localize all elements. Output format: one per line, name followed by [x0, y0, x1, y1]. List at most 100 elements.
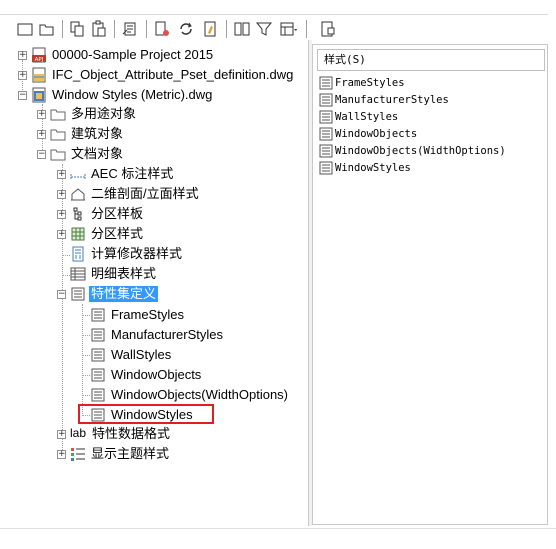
tree-item-documentation[interactable]: 文档对象: [50, 144, 125, 164]
tree-guide: [82, 395, 90, 396]
toolbar-separator: [146, 20, 147, 38]
tree-item-label-selected: 特性集定义: [89, 286, 159, 302]
expand-toggle[interactable]: +: [18, 51, 27, 60]
purge-icon[interactable]: [120, 20, 140, 38]
property-set-icon: [91, 368, 105, 382]
property-set-icon: [91, 308, 105, 322]
expand-toggle[interactable]: +: [57, 450, 66, 459]
tree-item-window-styles-dwg[interactable]: Window Styles (Metric).dwg: [31, 85, 214, 105]
tree-item-zone-template[interactable]: 分区样板: [70, 204, 145, 224]
column-header-styles[interactable]: 样式(S): [317, 49, 545, 71]
collapse-toggle[interactable]: −: [18, 91, 27, 100]
tree-item-label: AEC 标注样式: [91, 166, 174, 181]
tree-item-label: 分区样式: [91, 226, 144, 241]
tree-guide: [62, 255, 70, 256]
list-item-manufacturerstyles[interactable]: ManufacturerStyles: [319, 92, 449, 108]
tree-item-multipurpose[interactable]: 多用途对象: [50, 104, 138, 124]
drawing-file-icon: [32, 67, 46, 83]
tree-guide: [82, 375, 90, 376]
tree-item-wallstyles[interactable]: WallStyles: [90, 345, 173, 365]
folder-icon: [50, 109, 66, 121]
tree-item-windowobjects[interactable]: WindowObjects: [90, 365, 203, 385]
tree-item-manufacturerstyles[interactable]: ManufacturerStyles: [90, 325, 225, 345]
collapse-toggle[interactable]: −: [37, 150, 46, 159]
tree-item-label: 多用途对象: [71, 106, 137, 121]
expand-toggle[interactable]: +: [57, 230, 66, 239]
toolbar-separator: [306, 20, 307, 38]
list-item-label: WindowStyles: [335, 162, 411, 174]
tree-item-zone-style[interactable]: 分区样式: [70, 224, 145, 244]
tree-item-property-data-format[interactable]: lab 特性数据格式: [70, 424, 172, 444]
property-set-icon: [319, 144, 333, 158]
property-data-format-icon: lab: [70, 426, 87, 440]
window-bottom-border: [0, 528, 556, 529]
list-item-label: WindowObjects(WidthOptions): [335, 145, 506, 157]
tree-item-label: 明细表样式: [91, 266, 157, 281]
copy-icon[interactable]: [67, 20, 87, 38]
list-item-windowstyles[interactable]: WindowStyles: [319, 160, 411, 176]
expand-toggle[interactable]: +: [18, 71, 27, 80]
toggle-view-icon[interactable]: [318, 20, 338, 38]
toolbar-separator: [62, 20, 63, 38]
filter-icon[interactable]: [254, 20, 274, 38]
expand-toggle[interactable]: +: [57, 190, 66, 199]
property-set-icon: [91, 348, 105, 362]
tree-item-schedule-table[interactable]: 明细表样式: [70, 264, 158, 284]
open-icon[interactable]: [37, 20, 57, 38]
property-set-icon: [91, 388, 105, 402]
tree-item-section-elevation[interactable]: 二维剖面/立面样式: [70, 184, 201, 204]
expand-toggle[interactable]: +: [57, 430, 66, 439]
tree-item-calculation-modifier[interactable]: 计算修改器样式: [70, 244, 184, 264]
toolbar: [0, 0, 556, 40]
tree-item-aec-dimension[interactable]: AEC 标注样式: [70, 164, 175, 184]
new-icon[interactable]: [15, 20, 35, 38]
tree-item-windowobjects-widthoptions[interactable]: WindowObjects(WidthOptions): [90, 385, 290, 405]
tree-item-label: 特性数据格式: [92, 426, 171, 441]
edit-style-icon[interactable]: [152, 20, 172, 38]
tree-item-property-set-definition[interactable]: 特性集定义: [70, 284, 159, 304]
list-item-windowobjects[interactable]: WindowObjects: [319, 126, 417, 142]
property-set-icon: [91, 328, 105, 342]
expand-toggle[interactable]: +: [37, 110, 46, 119]
property-set-icon: [71, 287, 85, 301]
project-badge-label: APJ: [35, 57, 44, 63]
expand-toggle[interactable]: +: [57, 210, 66, 219]
tree-guide: [62, 275, 70, 276]
tree-item-framestyles[interactable]: FrameStyles: [90, 305, 186, 325]
style-list-pane: 样式(S) FrameStyles ManufacturerStyles Wal…: [312, 44, 548, 525]
list-item-label: ManufacturerStyles: [335, 94, 449, 106]
tree-item-label: 00000-Sample Project 2015: [52, 47, 214, 62]
toolbar-separator: [114, 20, 115, 38]
collapse-toggle[interactable]: −: [57, 290, 66, 299]
calculation-modifier-icon: [72, 246, 84, 262]
tree-item-label: 文档对象: [71, 146, 124, 161]
list-item-wallstyles[interactable]: WallStyles: [319, 109, 398, 125]
tree-item-display-theme[interactable]: 显示主题样式: [70, 444, 171, 464]
tree-item-label: WindowObjects(WidthOptions): [111, 387, 288, 402]
tree-guide: [82, 335, 90, 336]
list-item-windowobjects-widthoptions[interactable]: WindowObjects(WidthOptions): [319, 143, 506, 159]
tree-item-ifc-dwg[interactable]: IFC_Object_Attribute_Pset_definition.dwg: [31, 65, 295, 85]
tree-item-label: WallStyles: [111, 347, 172, 362]
section-elevation-icon: [71, 188, 85, 201]
expand-toggle[interactable]: +: [57, 170, 66, 179]
property-set-icon: [319, 127, 333, 141]
zone-template-icon: [73, 207, 82, 221]
synchronize-icon[interactable]: [176, 20, 196, 38]
tree-item-sample-project[interactable]: APJ 00000-Sample Project 2015: [31, 45, 215, 65]
tree-item-label: WindowObjects: [111, 367, 202, 382]
inventory-icon[interactable]: [232, 20, 252, 38]
properties-icon[interactable]: [200, 20, 220, 38]
tree-item-label: FrameStyles: [111, 307, 184, 322]
property-set-icon: [319, 110, 333, 124]
list-item-label: FrameStyles: [335, 77, 405, 89]
property-set-icon: [319, 76, 333, 90]
tree-item-architectural[interactable]: 建筑对象: [50, 124, 125, 144]
view-icon[interactable]: [278, 20, 298, 38]
list-item-framestyles[interactable]: FrameStyles: [319, 75, 405, 91]
expand-toggle[interactable]: +: [37, 130, 46, 139]
paste-icon[interactable]: [89, 20, 109, 38]
zone-style-icon: [71, 227, 85, 241]
tree-item-label: 计算修改器样式: [91, 246, 183, 261]
drawing-file-icon: [32, 87, 46, 103]
